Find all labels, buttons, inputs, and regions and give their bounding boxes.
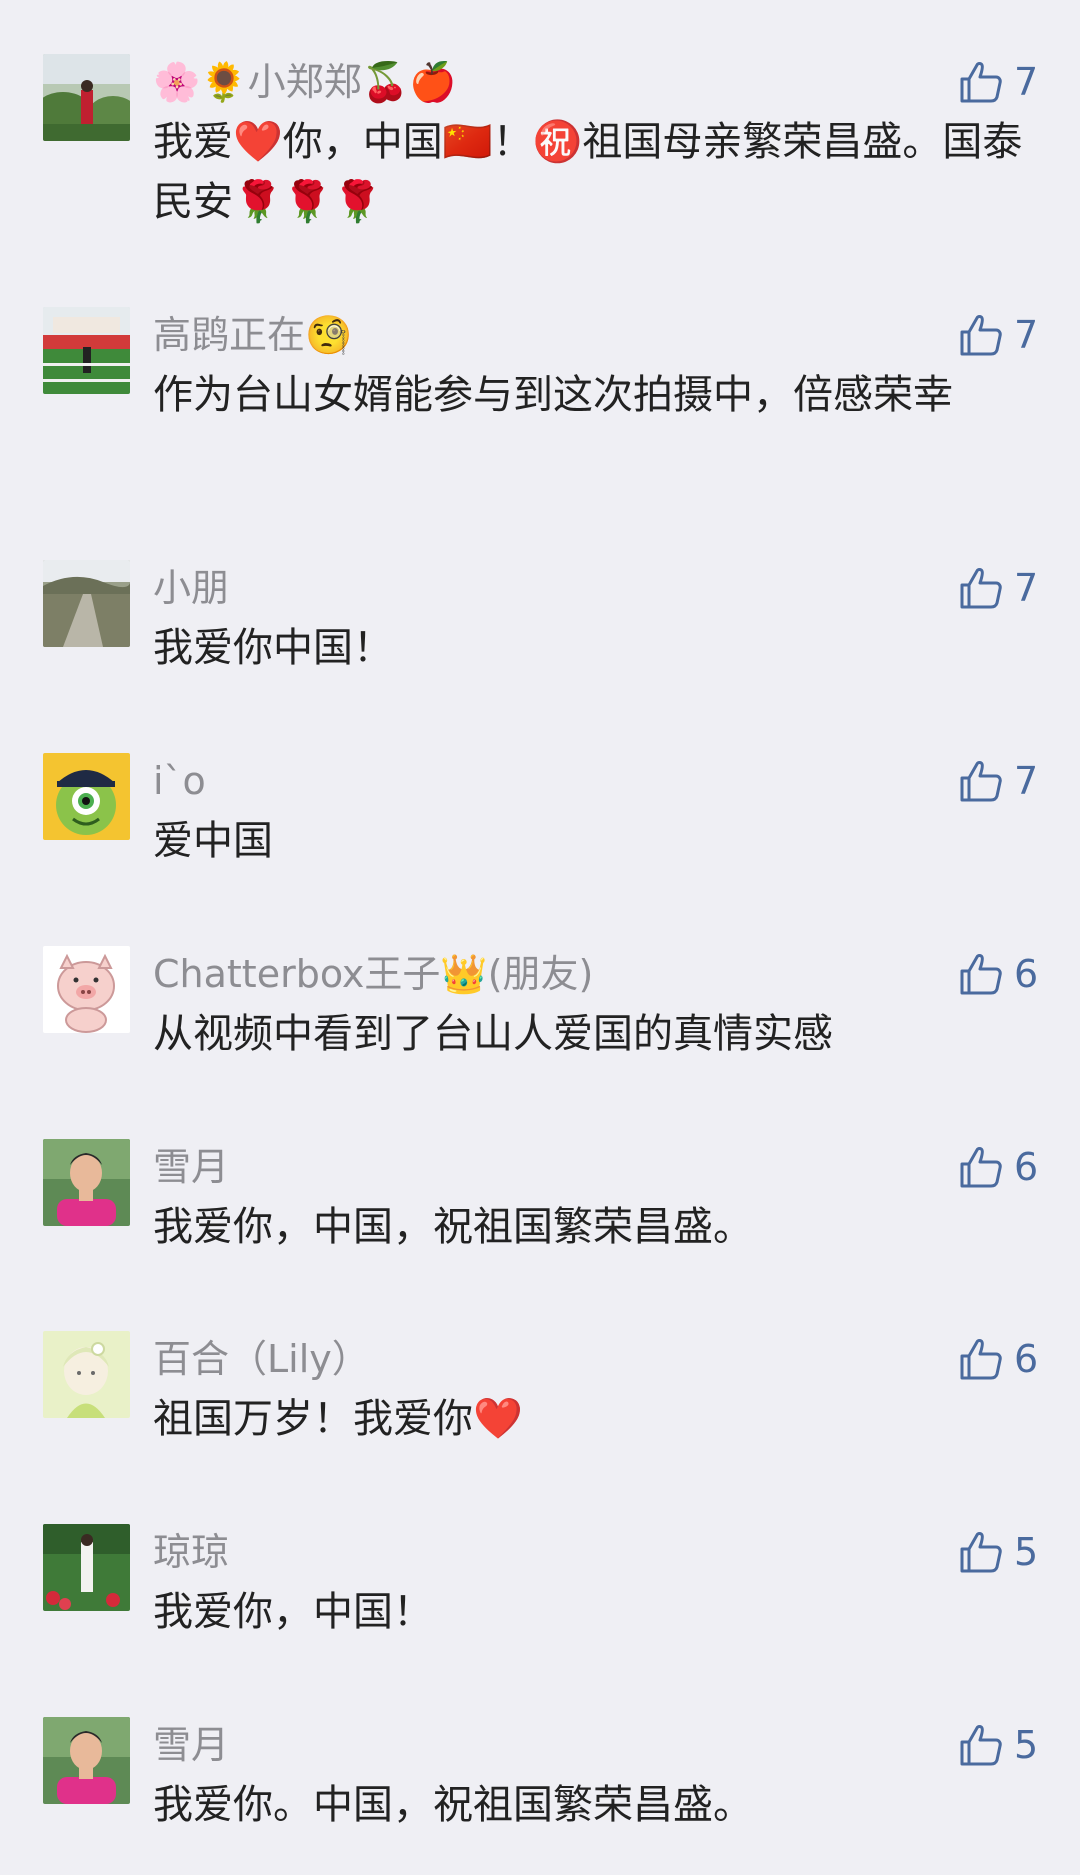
like-button[interactable]: 6 (958, 950, 1038, 998)
thumbs-up-icon (960, 1339, 1002, 1380)
comment-text: 祖国万岁！我爱你❤️ (153, 1396, 523, 1442)
thumbs-up-icon (960, 954, 1002, 995)
like-count: 5 (1014, 1530, 1039, 1574)
user-avatar[interactable] (43, 753, 130, 840)
comment-text: 作为台山女婿能参与到这次拍摄中，倍感荣幸 (153, 372, 953, 418)
like-button[interactable]: 7 (958, 58, 1038, 106)
thumbs-up-icon (960, 1725, 1002, 1766)
thumbs-up-icon (960, 62, 1002, 103)
comment-text: 爱中国 (153, 818, 273, 864)
thumbs-up-icon (960, 1147, 1002, 1188)
comment-text: 我爱你，中国，祝祖国繁荣昌盛。 (153, 1204, 753, 1250)
user-avatar[interactable] (43, 1139, 130, 1226)
like-count: 6 (1014, 952, 1039, 996)
user-avatar[interactable] (43, 946, 130, 1033)
user-name[interactable]: 🌸🌻小郑郑🍒🍎 (153, 54, 456, 110)
like-button[interactable]: 7 (958, 757, 1038, 805)
comment-text: 我爱你中国！ (153, 625, 393, 671)
like-count: 7 (1014, 313, 1039, 357)
comment-text: 从视频中看到了台山人爱国的真情实感 (153, 1011, 833, 1057)
user-avatar[interactable] (43, 307, 130, 394)
like-count: 7 (1014, 759, 1039, 803)
like-button[interactable]: 6 (958, 1335, 1038, 1383)
user-name[interactable]: 琼琼 (153, 1524, 229, 1580)
like-count: 7 (1014, 566, 1039, 610)
user-name[interactable]: 雪月 (153, 1717, 229, 1773)
user-name[interactable]: Chatterbox王子👑(朋友) (153, 946, 593, 1002)
user-avatar[interactable] (43, 1331, 130, 1418)
user-name[interactable]: 雪月 (153, 1139, 229, 1195)
user-name[interactable]: 高鹍正在🧐 (153, 307, 352, 363)
user-avatar[interactable] (43, 560, 130, 647)
user-avatar[interactable] (43, 1717, 130, 1804)
like-button[interactable]: 6 (958, 1143, 1038, 1191)
thumbs-up-icon (960, 568, 1002, 609)
thumbs-up-icon (960, 761, 1002, 802)
like-count: 7 (1014, 60, 1039, 104)
like-button[interactable]: 5 (958, 1528, 1038, 1576)
like-count: 6 (1014, 1337, 1039, 1381)
user-avatar[interactable] (43, 54, 130, 141)
like-count: 5 (1014, 1723, 1039, 1767)
like-count: 6 (1014, 1145, 1039, 1189)
like-button[interactable]: 7 (958, 564, 1038, 612)
like-button[interactable]: 5 (958, 1721, 1038, 1769)
user-name[interactable]: 百合（Lily） (153, 1331, 370, 1387)
comment-text: 我爱你，中国！ (153, 1589, 433, 1635)
comment-text: 我爱❤️你，中国🇨🇳！㊗️祖国母亲繁荣昌盛。国泰民安🌹🌹🌹 (153, 119, 1023, 225)
user-name[interactable]: 小朋 (153, 560, 229, 616)
thumbs-up-icon (960, 315, 1002, 356)
comment-text: 我爱你。中国，祝祖国繁荣昌盛。 (153, 1782, 753, 1828)
thumbs-up-icon (960, 1532, 1002, 1573)
like-button[interactable]: 7 (958, 311, 1038, 359)
user-avatar[interactable] (43, 1524, 130, 1611)
user-name[interactable]: i`o (153, 753, 206, 809)
